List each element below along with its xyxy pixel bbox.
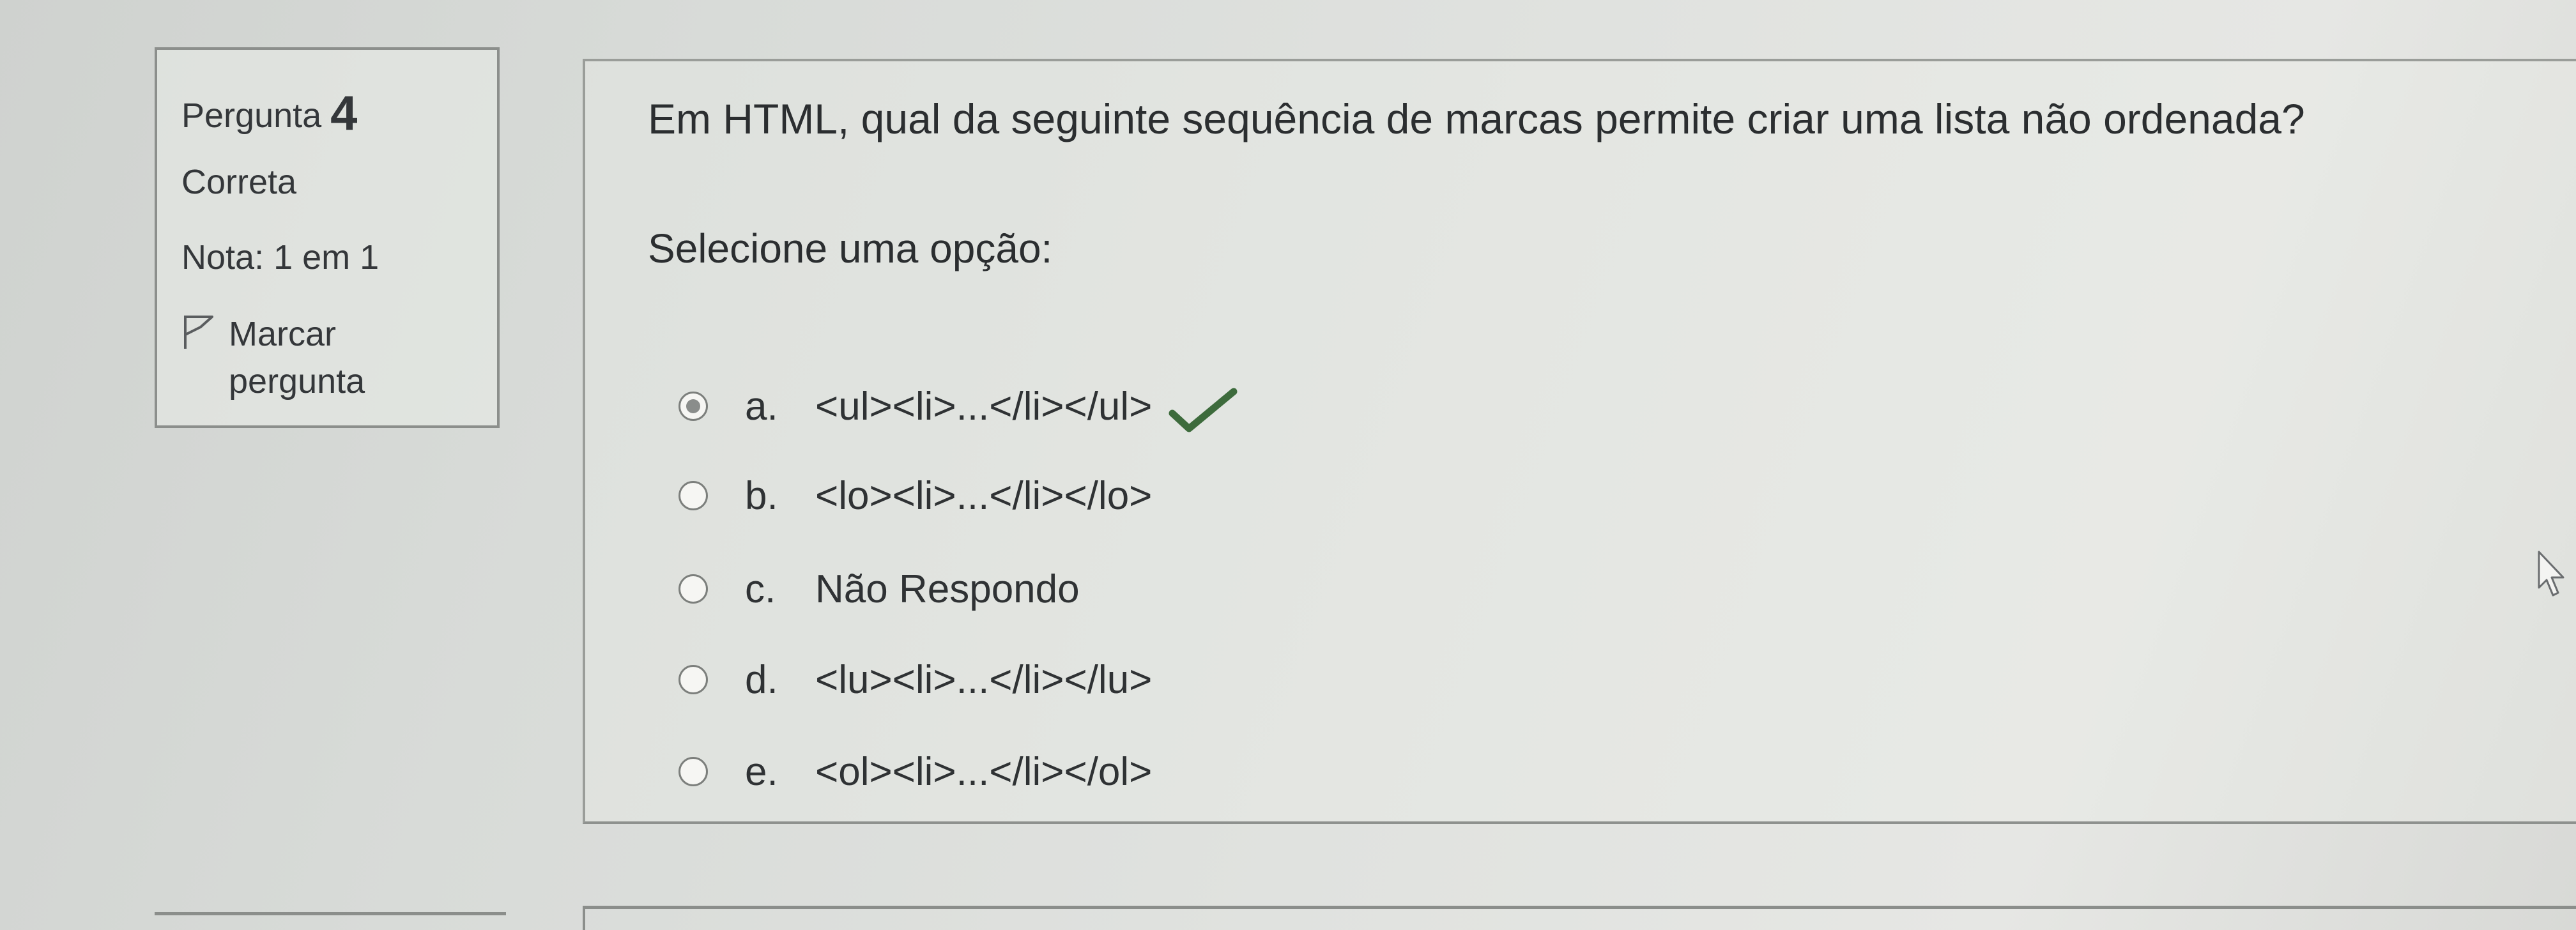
option-text: <ol><li>...</li></ol>: [815, 749, 1153, 794]
select-prompt: Selecione uma opção:: [648, 225, 1053, 271]
option-letter: c.: [745, 567, 776, 611]
flag-icon: [184, 316, 213, 349]
question-grade: Nota: 1 em 1: [181, 238, 379, 277]
flag-label-line2: pergunta: [229, 362, 365, 400]
question-number: 4: [330, 86, 358, 141]
question-label: Pergunta 4: [181, 86, 357, 141]
question-info-panel: Pergunta 4 Correta Nota: 1 em 1 Marcar pe…: [155, 47, 500, 428]
next-question-info-panel: [155, 912, 506, 930]
radio-option-b[interactable]: [678, 481, 708, 510]
flag-question-button[interactable]: Marcar pergunta: [181, 310, 365, 405]
question-content: Em HTML, qual da seguinte sequência de m…: [583, 59, 2576, 824]
option-letter: d.: [745, 657, 778, 702]
option-text: <ul><li>...</li></ul>: [815, 384, 1153, 429]
next-question-content: [583, 906, 2576, 930]
radio-option-a[interactable]: [678, 392, 708, 421]
option-letter: a.: [745, 384, 778, 429]
answer-option-e[interactable]: e. <ol><li>...</li></ol>: [678, 746, 1152, 797]
question-state: Correta: [181, 163, 297, 201]
flag-label-line1: Marcar: [229, 315, 337, 353]
option-letter: b.: [745, 473, 778, 518]
option-text: Não Respondo: [815, 567, 1080, 611]
quiz-page: Pergunta 4 Correta Nota: 1 em 1 Marcar pe…: [0, 0, 2576, 930]
question-text: Em HTML, qual da seguinte sequência de m…: [648, 95, 2305, 142]
check-icon: [1169, 388, 1238, 432]
radio-option-c[interactable]: [678, 574, 708, 604]
option-text: <lu><li>...</li></lu>: [815, 657, 1153, 702]
option-letter: e.: [745, 749, 778, 794]
question-label-text: Pergunta: [181, 96, 322, 135]
answer-option-a[interactable]: a. <ul><li>...</li></ul>: [678, 381, 1238, 432]
answer-option-c[interactable]: c. Não Respondo: [678, 563, 1080, 614]
option-text: <lo><li>...</li></lo>: [815, 473, 1153, 518]
radio-option-d[interactable]: [678, 665, 708, 694]
mouse-pointer-icon: [2538, 551, 2564, 597]
answer-option-d[interactable]: d. <lu><li>...</li></lu>: [678, 654, 1152, 705]
answer-option-b[interactable]: b. <lo><li>...</li></lo>: [678, 470, 1152, 521]
radio-option-e[interactable]: [678, 757, 708, 786]
